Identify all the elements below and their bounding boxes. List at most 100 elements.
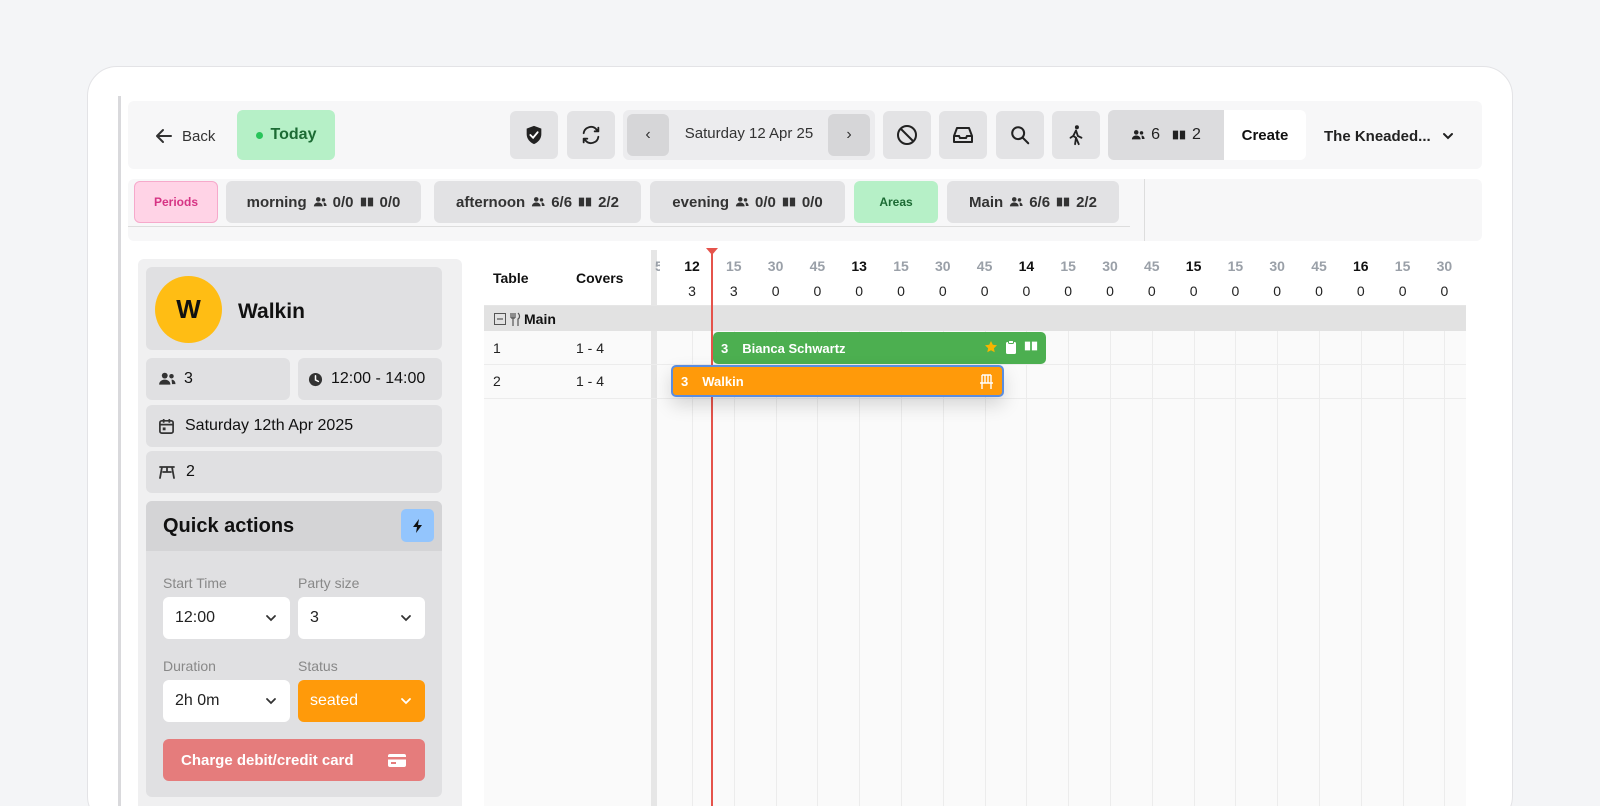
clipboard-icon bbox=[1006, 340, 1016, 354]
next-day-button[interactable]: › bbox=[828, 114, 870, 156]
reservation-block[interactable]: 3 Bianca Schwartz bbox=[713, 332, 1046, 364]
previous-day-button[interactable]: ‹ bbox=[627, 114, 669, 156]
time-slot-count: 3 bbox=[729, 283, 738, 299]
credit-card-icon bbox=[388, 753, 406, 767]
create-button[interactable]: Create bbox=[1224, 110, 1306, 160]
duration-label: Duration bbox=[163, 658, 216, 674]
start-time-label: Start Time bbox=[163, 575, 227, 591]
today-button[interactable]: Today bbox=[237, 110, 335, 160]
users-icon bbox=[532, 197, 545, 207]
inbox-icon bbox=[953, 127, 973, 143]
reservation-covers: 3 bbox=[721, 340, 729, 356]
strip-separator bbox=[1144, 179, 1145, 241]
book-icon bbox=[1056, 197, 1070, 207]
time-slot-count: 3 bbox=[688, 283, 696, 299]
reservation-name: Walkin bbox=[702, 373, 744, 389]
reservation-name: Bianca Schwartz bbox=[742, 340, 846, 356]
time-slot-count: 0 bbox=[1064, 283, 1073, 299]
users-icon bbox=[735, 197, 749, 207]
reservation-icons bbox=[984, 340, 1038, 354]
time-slot-label: 15 bbox=[1060, 258, 1076, 274]
collapse-icon bbox=[494, 313, 506, 325]
time-slot-count: 0 bbox=[1189, 283, 1198, 299]
time-slot-label: 15 bbox=[893, 258, 909, 274]
table-column-header: Table bbox=[493, 270, 529, 286]
periods-label: Periods bbox=[134, 181, 218, 223]
strip-divider bbox=[128, 226, 1130, 227]
chevron-left-icon: ‹ bbox=[645, 126, 651, 143]
time-slot-count: 0 bbox=[1398, 283, 1407, 299]
date-value: Saturday 12th Apr 2025 bbox=[185, 417, 354, 434]
table-icon bbox=[159, 466, 175, 479]
quick-actions-toggle[interactable] bbox=[401, 509, 434, 542]
date-card[interactable]: Saturday 12th Apr 2025 bbox=[146, 405, 442, 447]
status-select[interactable]: seated bbox=[298, 680, 425, 722]
duration-select[interactable]: 2h 0m bbox=[163, 680, 290, 722]
start-time-value: 12:00 bbox=[175, 609, 216, 626]
table-number: 2 bbox=[493, 373, 501, 389]
time-slot-label: 30 bbox=[1102, 258, 1118, 274]
party-size-card[interactable]: 3 bbox=[146, 358, 290, 400]
star-icon bbox=[985, 341, 997, 353]
period-covers: 6/6 bbox=[551, 193, 573, 211]
time-slot-count: 0 bbox=[1356, 283, 1365, 299]
ban-icon bbox=[897, 125, 917, 145]
period-chip-afternoon[interactable]: afternoon 6/6 2/2 bbox=[434, 181, 641, 223]
refresh-button[interactable] bbox=[567, 111, 615, 159]
time-slot-count: 0 bbox=[1106, 283, 1114, 299]
lightning-icon bbox=[412, 518, 422, 533]
period-chip-morning[interactable]: morning 0/0 0/0 bbox=[226, 181, 421, 223]
covers-column-header: Covers bbox=[576, 270, 624, 286]
partial-slot-label: 5 bbox=[655, 258, 660, 274]
time-slot-count: 0 bbox=[855, 283, 864, 299]
areas-label: Areas bbox=[854, 181, 938, 223]
time-slot-label: 30 bbox=[935, 258, 951, 274]
table-value: 2 bbox=[186, 463, 195, 480]
time-slot-count: 0 bbox=[813, 283, 822, 299]
reservation-block-selected[interactable]: 3 Walkin bbox=[671, 365, 1004, 397]
period-name: afternoon bbox=[456, 193, 526, 211]
time-slot-label: 45 bbox=[1144, 258, 1160, 274]
time-slot-label: 15 bbox=[1227, 258, 1244, 274]
avatar: W bbox=[155, 276, 222, 343]
walking-person-icon bbox=[1069, 125, 1083, 146]
party-size-select[interactable]: 3 bbox=[298, 597, 425, 639]
users-icon bbox=[159, 372, 176, 385]
venue-selector[interactable]: The Kneaded... bbox=[1324, 122, 1455, 150]
shield-button[interactable] bbox=[510, 111, 558, 159]
back-label: Back bbox=[182, 127, 216, 145]
time-slot-count: 0 bbox=[1440, 283, 1449, 299]
period-chip-evening[interactable]: evening 0/0 0/0 bbox=[650, 181, 845, 223]
search-button[interactable] bbox=[996, 111, 1044, 159]
inbox-button[interactable] bbox=[939, 111, 987, 159]
users-icon bbox=[313, 197, 327, 207]
chevron-down-icon bbox=[401, 615, 411, 622]
section-header[interactable]: Main bbox=[494, 311, 556, 327]
area-chip-main[interactable]: Main 6/6 2/2 bbox=[947, 181, 1119, 223]
charge-label: Charge debit/credit card bbox=[181, 751, 354, 769]
today-label: Today bbox=[270, 126, 317, 143]
area-section-main[interactable] bbox=[484, 306, 1466, 331]
refresh-icon bbox=[582, 126, 600, 144]
block-button[interactable] bbox=[883, 111, 931, 159]
time-slot-count: 0 bbox=[938, 283, 947, 299]
calendar-icon bbox=[159, 418, 174, 434]
start-time-select[interactable]: 12:00 bbox=[163, 597, 290, 639]
walkin-button[interactable] bbox=[1052, 111, 1100, 159]
guest-name: Walkin bbox=[238, 300, 305, 323]
charge-card-button[interactable]: Charge debit/credit card bbox=[163, 739, 425, 781]
party-size-label: Party size bbox=[298, 575, 360, 591]
date-navigator: ‹ Saturday 12 Apr 25 › bbox=[623, 110, 875, 160]
chevron-down-icon bbox=[401, 698, 411, 705]
period-name: evening bbox=[672, 193, 729, 211]
time-slot-label: 13 bbox=[851, 258, 867, 274]
clock-icon bbox=[308, 372, 323, 386]
time-slot-label: 30 bbox=[1436, 258, 1453, 274]
back-button[interactable]: Back bbox=[154, 122, 215, 150]
status-label: Status bbox=[298, 658, 338, 674]
time-range-card[interactable]: 12:00 - 14:00 bbox=[298, 358, 442, 400]
search-icon bbox=[1011, 126, 1030, 145]
table-card[interactable]: 2 bbox=[146, 451, 442, 493]
chevron-down-icon bbox=[1442, 133, 1453, 140]
time-slot-label: 12 bbox=[684, 258, 700, 274]
